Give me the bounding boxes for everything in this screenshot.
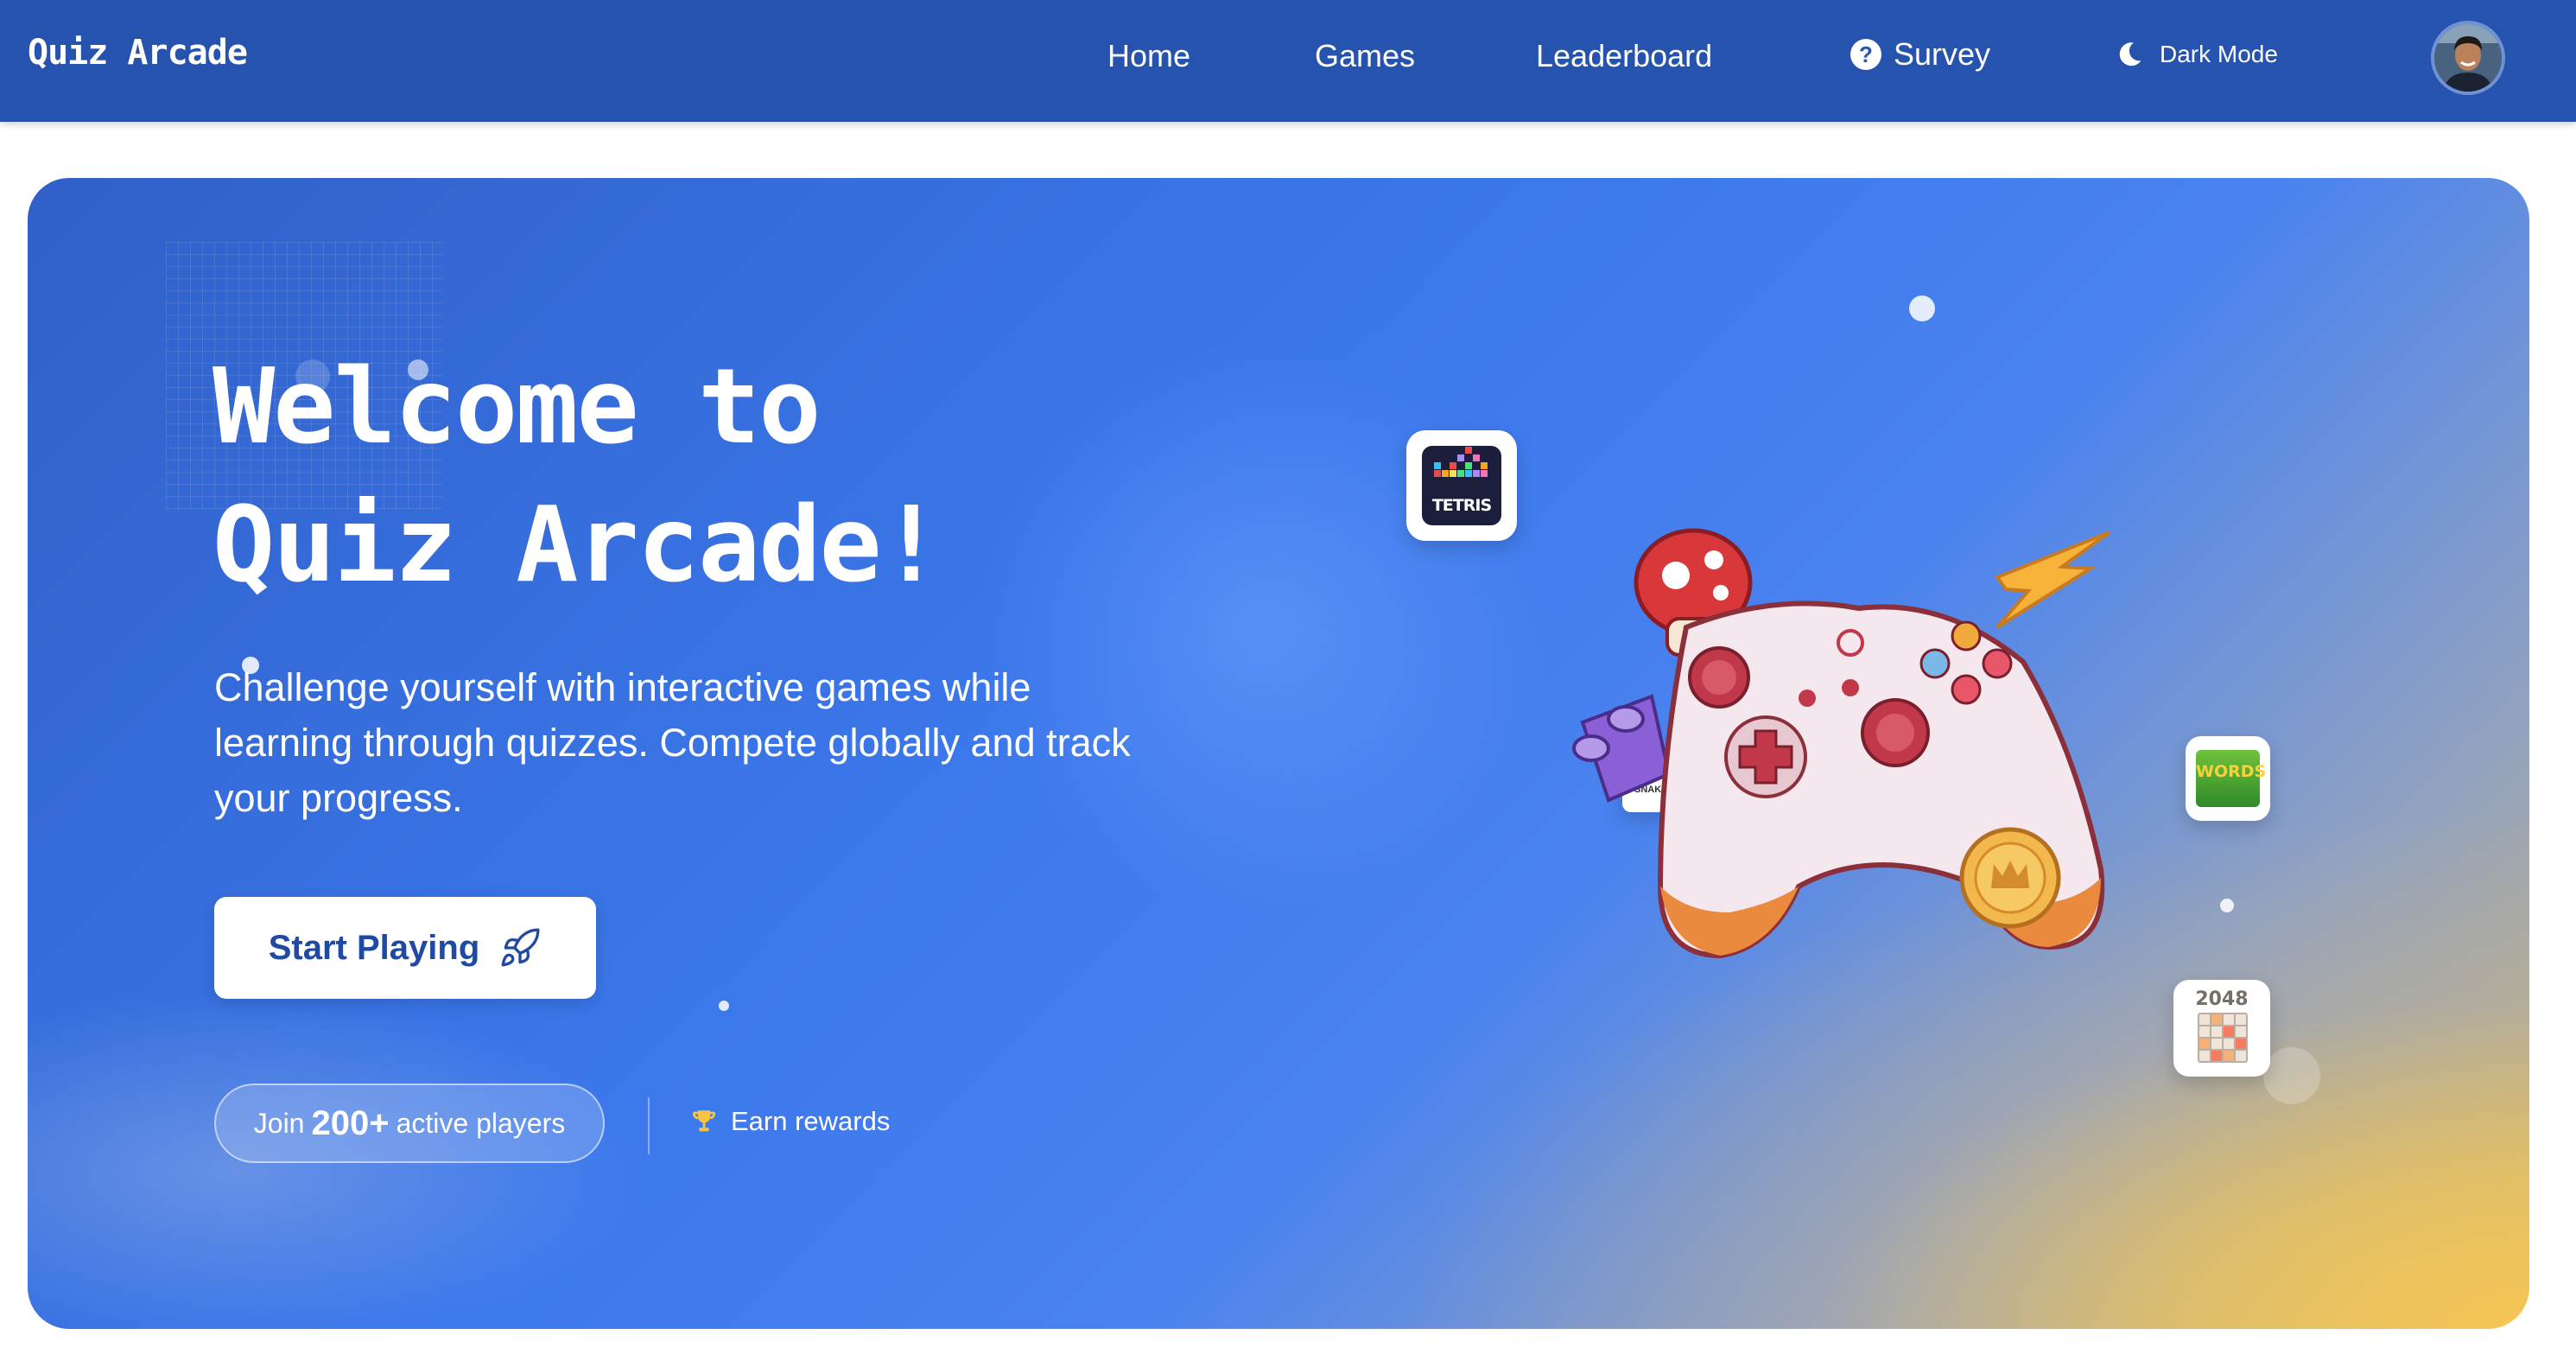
rocket-icon: [501, 928, 540, 967]
help-circle-icon: ?: [1850, 39, 1881, 70]
nav-survey-link[interactable]: ? Survey: [1850, 36, 1990, 73]
start-playing-label: Start Playing: [268, 928, 480, 967]
hero-subtitle: Challenge yourself with interactive game…: [214, 665, 1131, 820]
game-controller-illustration: [1572, 528, 2111, 959]
tetris-game-card[interactable]: TETRIS: [1406, 430, 1517, 541]
active-players-badge: Join 200+ active players: [214, 1084, 605, 1163]
top-navbar: Quiz Arcade Home Games Leaderboard ? Sur…: [0, 0, 2576, 122]
game-2048-grid-icon: [2198, 1013, 2248, 1063]
players-prefix: Join: [253, 1107, 305, 1139]
avatar-portrait: [2434, 24, 2502, 92]
nav-games-link[interactable]: Games: [1315, 38, 1415, 74]
game-2048-card[interactable]: 2048: [2173, 980, 2270, 1077]
dark-mode-label: Dark Mode: [2160, 41, 2278, 67]
hero-title-line2: Quiz Arcade!: [213, 486, 942, 606]
hero-title-line1: Welcome to: [213, 347, 821, 467]
words-game-card[interactable]: WORDS: [2186, 736, 2270, 821]
user-avatar[interactable]: [2431, 21, 2505, 95]
decor-dot: [2220, 899, 2234, 912]
decor-dot: [1909, 296, 1935, 321]
earn-rewards-label: Earn rewards: [731, 1106, 891, 1136]
brand-logo[interactable]: Quiz Arcade: [28, 33, 248, 73]
dark-mode-toggle[interactable]: Dark Mode: [2115, 40, 2278, 69]
players-count: 200+: [311, 1103, 390, 1142]
nav-home-link[interactable]: Home: [1107, 38, 1190, 74]
hero-banner: Welcome to Quiz Arcade! Challenge yourse…: [28, 178, 2529, 1329]
nav-leaderboard-link[interactable]: Leaderboard: [1536, 38, 1712, 74]
earn-rewards-badge: Earn rewards: [689, 1106, 890, 1137]
trophy-icon: [693, 1110, 715, 1132]
hero-title: Welcome to Quiz Arcade!: [213, 339, 942, 615]
moon-icon: [2119, 42, 2141, 67]
tetris-icon: TETRIS: [1422, 446, 1501, 525]
words-icon: WORDS: [2196, 750, 2267, 807]
game-2048-label: 2048: [2195, 988, 2249, 1010]
decor-dot: [719, 1001, 729, 1011]
players-suffix: active players: [396, 1107, 566, 1139]
badge-divider: [648, 1097, 650, 1154]
tetris-label: TETRIS: [1431, 496, 1492, 515]
decor-dot: [2263, 1047, 2320, 1104]
nav-survey-label: Survey: [1894, 36, 1991, 72]
tetris-blocks: [1434, 447, 1488, 477]
words-label: WORDS: [2196, 762, 2267, 781]
start-playing-button[interactable]: Start Playing: [214, 897, 596, 999]
